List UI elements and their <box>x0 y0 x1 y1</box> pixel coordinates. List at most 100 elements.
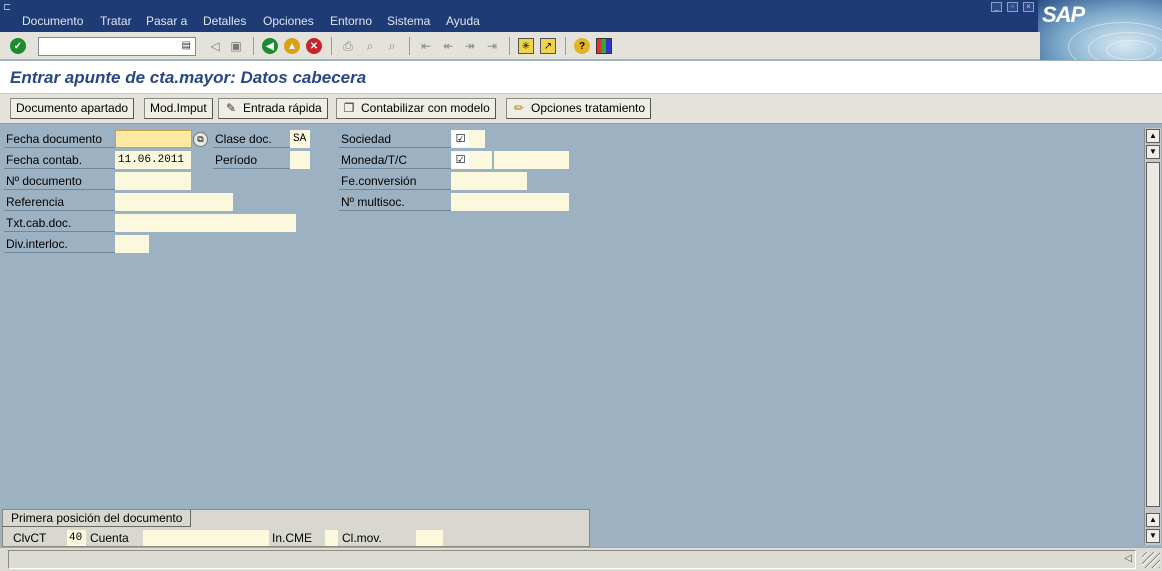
fecha-contab-label: Fecha contab. <box>4 151 115 169</box>
last-page-icon[interactable]: ⇥ <box>484 38 500 54</box>
generate-shortcut-icon[interactable]: ↗ <box>540 38 556 54</box>
command-history-icon[interactable]: ▤ <box>182 40 191 51</box>
n-multisoc-label: Nº multisoc. <box>339 193 451 211</box>
div-interloc-label: Div.interloc. <box>4 235 115 253</box>
fe-conversion-label: Fe.conversión <box>339 172 451 190</box>
sap-logo-text: SAP <box>1042 2 1085 27</box>
sociedad-label: Sociedad <box>339 130 451 148</box>
toolbar-separator <box>331 37 332 55</box>
opciones-tratamiento-button[interactable]: ✏ Opciones tratamiento <box>506 98 652 119</box>
contabilizar-con-modelo-button[interactable]: ❐ Contabilizar con modelo <box>336 98 496 119</box>
txt-cab-doc-label: Txt.cab.doc. <box>4 214 115 232</box>
moneda-f4-icon[interactable]: ☑ <box>452 152 469 168</box>
print-icon[interactable]: ⎙ <box>340 38 356 54</box>
in-cme-field[interactable] <box>325 530 338 546</box>
layout-menu-icon[interactable] <box>596 38 612 54</box>
toolbar-separator <box>565 37 566 55</box>
cuenta-label: Cuenta <box>90 531 129 545</box>
div-interloc-field[interactable] <box>115 235 149 253</box>
scroll-down-icon[interactable]: ▼ <box>1146 529 1160 543</box>
scroll-up-icon[interactable]: ▲ <box>1146 129 1160 143</box>
exit-icon[interactable]: ▲ <box>284 38 300 54</box>
contabilizar-con-modelo-label: Contabilizar con modelo <box>361 101 490 115</box>
system-menu-icon[interactable]: ⊏ <box>3 2 15 13</box>
minimize-icon[interactable]: _ <box>991 2 1002 12</box>
n-documento-label: Nº documento <box>4 172 115 190</box>
help-icon[interactable]: ? <box>574 38 590 54</box>
cl-mov-label: Cl.mov. <box>342 531 382 545</box>
toolbar-separator <box>253 37 254 55</box>
txt-cab-doc-field[interactable] <box>115 214 296 232</box>
application-toolbar: Documento apartado Mod.Imput ✎ Entrada r… <box>0 94 1162 124</box>
menu-pasar-a[interactable]: Pasar a <box>146 14 187 28</box>
status-expand-icon[interactable]: ◁ <box>1124 553 1132 564</box>
documento-apartado-label: Documento apartado <box>16 101 129 115</box>
menu-documento[interactable]: Documento <box>22 14 83 28</box>
opciones-tratamiento-label: Opciones tratamiento <box>531 101 646 115</box>
menu-entorno[interactable]: Entorno <box>330 14 372 28</box>
referencia-field[interactable] <box>115 193 233 211</box>
standard-toolbar: ✓ ▤ ◁ ▣ ◀ ▲ ✕ ⎙ ⌕ ⌕ ⇤ ↞ ↠ ⇥ ✳ ↗ ? <box>0 32 1040 60</box>
back-icon[interactable]: ◀ <box>262 38 278 54</box>
scroll-page-up-icon[interactable]: ▼ <box>1146 145 1160 159</box>
n-documento-field[interactable] <box>115 172 191 190</box>
n-multisoc-field[interactable] <box>451 193 569 211</box>
cuenta-field[interactable] <box>143 530 269 546</box>
close-icon[interactable]: × <box>1023 2 1034 12</box>
previous-page-icon[interactable]: ↞ <box>440 38 456 54</box>
copy-icon: ❐ <box>343 101 355 115</box>
status-bar: ◁ <box>0 547 1162 571</box>
vertical-scrollbar[interactable]: ▲ ▼ ▲ ▼ <box>1144 128 1161 545</box>
sociedad-f4-icon[interactable]: ☑ <box>452 131 469 147</box>
mod-imput-label: Mod.Imput <box>150 101 207 115</box>
documento-apartado-button[interactable]: Documento apartado <box>10 98 135 119</box>
resize-grip-icon[interactable] <box>1142 552 1160 568</box>
save-icon[interactable]: ▣ <box>228 38 244 54</box>
menu-tratar[interactable]: Tratar <box>100 14 132 28</box>
fecha-contab-field[interactable]: 11.06.2011 <box>115 151 191 169</box>
clase-doc-label: Clase doc. <box>213 130 290 148</box>
clvct-field[interactable]: 40 <box>67 530 86 546</box>
restore-icon[interactable]: ▫ <box>1007 2 1018 12</box>
menu-ayuda[interactable]: Ayuda <box>446 14 480 28</box>
menu-opciones[interactable]: Opciones <box>263 14 314 28</box>
page-title: Entrar apunte de cta.mayor: Datos cabece… <box>10 68 367 87</box>
command-field[interactable]: ▤ <box>38 37 196 56</box>
toolbar-separator <box>409 37 410 55</box>
first-item-panel: Primera posición del documento ClvCT 40 … <box>2 509 590 547</box>
pencil-icon: ✏ <box>513 101 525 115</box>
find-next-icon[interactable]: ⌕ <box>384 38 400 54</box>
find-icon[interactable]: ⌕ <box>362 38 378 54</box>
create-session-icon[interactable]: ✳ <box>518 38 534 54</box>
next-page-icon[interactable]: ↠ <box>462 38 478 54</box>
in-cme-label: In.CME <box>272 531 313 545</box>
collapse-command-icon[interactable]: ◁ <box>207 38 223 54</box>
mod-imput-button[interactable]: Mod.Imput <box>144 98 213 119</box>
pencil-list-icon: ✎ <box>225 101 237 115</box>
sap-logo: SAP <box>1038 0 1162 60</box>
periodo-field[interactable] <box>290 151 310 169</box>
menu-detalles[interactable]: Detalles <box>203 14 246 28</box>
cl-mov-field[interactable] <box>416 530 443 546</box>
clase-doc-field[interactable]: SA <box>290 130 310 148</box>
moneda-tc-label: Moneda/T/C <box>339 151 451 169</box>
fe-conversion-field[interactable] <box>451 172 527 190</box>
clvct-label: ClvCT <box>13 531 47 545</box>
cancel-icon[interactable]: ✕ <box>306 38 322 54</box>
referencia-label: Referencia <box>4 193 115 211</box>
calendar-help-icon[interactable]: ⧉ <box>193 132 208 147</box>
scroll-thumb[interactable] <box>1146 162 1160 507</box>
entrada-rapida-label: Entrada rápida <box>243 101 322 115</box>
status-message-field <box>8 550 1136 569</box>
enter-icon[interactable]: ✓ <box>10 38 26 54</box>
fecha-documento-label: Fecha documento <box>4 130 115 148</box>
tipo-cambio-field[interactable] <box>494 151 569 169</box>
first-item-tab: Primera posición del documento <box>3 510 192 527</box>
menu-sistema[interactable]: Sistema <box>387 14 430 28</box>
entrada-rapida-button[interactable]: ✎ Entrada rápida <box>218 98 328 119</box>
toolbar-separator <box>509 37 510 55</box>
menu-bar: ⊏ Documento Tratar Pasar a Detalles Opci… <box>0 0 1162 32</box>
fecha-documento-field[interactable] <box>115 130 192 148</box>
first-page-icon[interactable]: ⇤ <box>418 38 434 54</box>
scroll-page-down-icon[interactable]: ▲ <box>1146 513 1160 527</box>
